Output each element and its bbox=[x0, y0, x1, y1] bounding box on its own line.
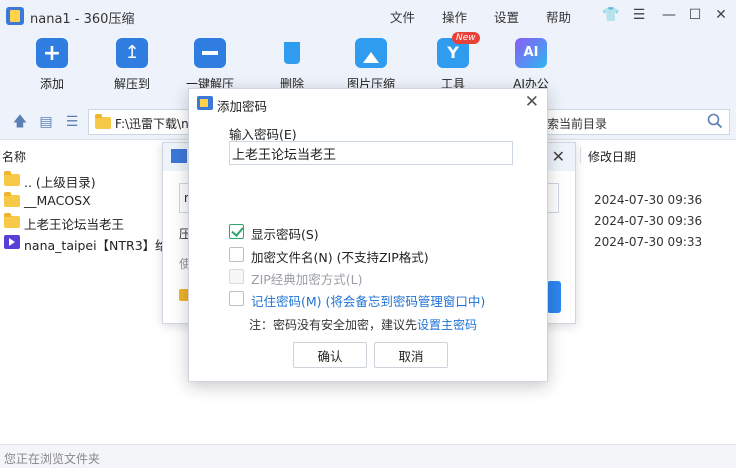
path-text: F:\迅雷下载\n bbox=[115, 117, 189, 131]
item-date: 2024-07-30 09:33 bbox=[594, 235, 703, 249]
password-input[interactable] bbox=[229, 141, 513, 165]
item-name: __MACOSX bbox=[24, 193, 91, 208]
folder-icon bbox=[95, 114, 111, 129]
folder-icon bbox=[4, 213, 20, 228]
skin-icon[interactable]: 👕 bbox=[602, 6, 620, 24]
close-icon[interactable]: ✕ bbox=[552, 147, 565, 166]
menu-file[interactable]: 文件 bbox=[390, 7, 415, 26]
thumbnail-view-icon[interactable]: ▤ bbox=[38, 114, 54, 130]
item-name: nana_taipei【NTR3】给老 bbox=[24, 238, 181, 253]
dialog-header: 添加密码 ✕ bbox=[189, 89, 547, 117]
cancel-button[interactable]: 取消 bbox=[374, 342, 448, 368]
folder-icon bbox=[4, 192, 20, 207]
search-input[interactable]: 索当前目录 bbox=[542, 109, 730, 135]
archive-icon bbox=[171, 149, 187, 163]
menu-operate[interactable]: 操作 bbox=[442, 7, 467, 26]
background-dialog-button[interactable] bbox=[547, 281, 561, 313]
new-badge: New bbox=[452, 32, 480, 44]
menu-settings[interactable]: 设置 bbox=[494, 7, 519, 26]
search-icon[interactable] bbox=[707, 113, 723, 129]
zip-classic-encryption-checkbox bbox=[229, 269, 244, 284]
show-password-checkbox[interactable] bbox=[229, 224, 244, 239]
extract-to-button[interactable]: 解压到 bbox=[97, 38, 167, 92]
ai-office-button[interactable]: AI办公 bbox=[496, 38, 566, 92]
close-icon[interactable]: ✕ bbox=[525, 92, 539, 112]
show-password-label: 显示密码(S) bbox=[251, 227, 319, 242]
status-bar: 您正在浏览文件夹 bbox=[0, 444, 736, 468]
minimize-icon[interactable]: — bbox=[660, 6, 678, 24]
ok-button[interactable]: 确认 bbox=[293, 342, 367, 368]
header-divider bbox=[580, 147, 581, 163]
status-text: 您正在浏览文件夹 bbox=[4, 452, 101, 466]
column-name[interactable]: 名称 bbox=[2, 148, 26, 165]
video-file-icon bbox=[4, 235, 20, 249]
archive-icon bbox=[197, 96, 213, 110]
image-compress-button[interactable]: 图片压缩 bbox=[336, 38, 406, 92]
item-date: 2024-07-30 09:36 bbox=[594, 193, 703, 207]
delete-button[interactable]: 删除 bbox=[257, 38, 327, 92]
list-view-icon[interactable]: ☰ bbox=[64, 114, 80, 130]
remember-password-label[interactable]: 记住密码(M) (将会备忘到密码管理窗口中) bbox=[251, 291, 485, 310]
zip-classic-encryption-label: ZIP经典加密方式(L) bbox=[251, 272, 363, 287]
remember-password-checkbox[interactable] bbox=[229, 291, 244, 306]
trash-icon bbox=[276, 38, 308, 68]
up-arrow-icon[interactable]: 🡅 bbox=[12, 114, 28, 130]
security-note-text: 注：密码没有安全加密，建议先 bbox=[249, 318, 418, 332]
maximize-icon[interactable]: ☐ bbox=[686, 6, 704, 24]
dialog-title: 添加密码 bbox=[217, 99, 268, 114]
encrypt-filenames-label: 加密文件名(N) (不支持ZIP格式) bbox=[251, 250, 429, 265]
item-date: 2024-07-30 09:36 bbox=[594, 214, 703, 228]
app-logo-icon bbox=[6, 7, 24, 25]
one-click-extract-icon bbox=[194, 38, 226, 68]
add-password-dialog: 添加密码 ✕ 输入密码(E) 显示密码(S) 加密文件名(N) (不支持ZIP格… bbox=[188, 88, 548, 382]
menu-icon[interactable]: ☰ bbox=[630, 6, 648, 24]
close-icon[interactable]: ✕ bbox=[712, 6, 730, 24]
image-compress-icon bbox=[355, 38, 387, 68]
add-icon bbox=[36, 38, 68, 68]
ai-icon bbox=[515, 38, 547, 68]
set-master-password-link[interactable]: 设置主密码 bbox=[417, 318, 477, 332]
menu-help[interactable]: 帮助 bbox=[546, 7, 571, 26]
extract-icon bbox=[116, 38, 148, 68]
security-note: 注：密码没有安全加密，建议先设置主密码 bbox=[249, 316, 477, 333]
encrypt-filenames-checkbox[interactable] bbox=[229, 247, 244, 262]
search-placeholder: 索当前目录 bbox=[547, 117, 608, 131]
folder-icon bbox=[4, 171, 20, 186]
one-click-extract-button[interactable]: 一键解压 bbox=[175, 38, 245, 92]
window-title: nana1 - 360压缩 bbox=[30, 12, 135, 27]
add-button[interactable]: 添加 bbox=[17, 38, 87, 92]
title-bar: nana1 - 360压缩 文件 操作 设置 帮助 👕 ☰ — ☐ ✕ bbox=[0, 0, 736, 32]
tools-button[interactable]: 工具 bbox=[418, 38, 488, 92]
column-date[interactable]: 修改日期 bbox=[588, 148, 636, 165]
